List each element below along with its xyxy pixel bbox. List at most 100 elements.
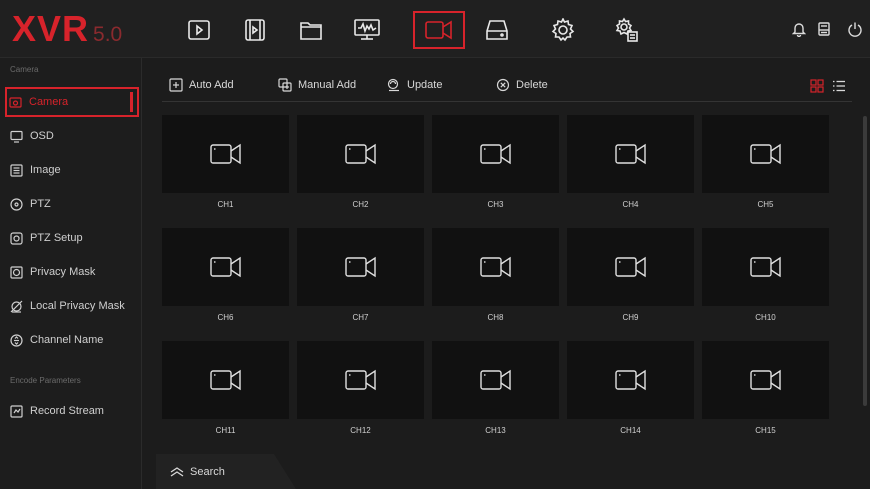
channel-label: CH15 (755, 426, 776, 435)
film-icon[interactable] (236, 12, 274, 48)
camera-icon (344, 143, 376, 165)
scrollbar[interactable] (863, 116, 867, 406)
channel-preview[interactable] (432, 341, 559, 419)
channel-preview[interactable] (432, 115, 559, 193)
channel-preview[interactable] (432, 228, 559, 306)
camera-icon (479, 143, 511, 165)
channel-preview[interactable] (297, 228, 424, 306)
channel-preview[interactable] (567, 228, 694, 306)
power-icon[interactable] (845, 19, 865, 39)
sidebar-item-ptz-setup[interactable]: PTZ Setup (8, 225, 138, 251)
update-icon (387, 78, 401, 92)
camera-icon (209, 143, 241, 165)
monitor-waveform-icon[interactable] (348, 12, 386, 48)
channel-preview[interactable] (297, 341, 424, 419)
channel-preview[interactable] (297, 115, 424, 193)
channel-tile[interactable]: CH6 (162, 228, 289, 333)
channel-preview[interactable] (567, 341, 694, 419)
channel-preview[interactable] (702, 341, 829, 419)
grid-view-icon[interactable] (809, 78, 825, 94)
channel-tile[interactable]: CH2 (297, 115, 424, 220)
ptz-icon (10, 197, 23, 211)
active-marker (130, 92, 133, 112)
channel-label: CH1 (217, 200, 234, 209)
sidebar-item-record-stream[interactable]: Record Stream (8, 398, 138, 424)
list-view-icon[interactable] (831, 78, 847, 94)
channel-preview[interactable] (162, 341, 289, 419)
channel-label: CH6 (217, 313, 234, 322)
channel-preview[interactable] (702, 115, 829, 193)
camera-icon (614, 369, 646, 391)
sidebar-item-label: Local Privacy Mask (30, 300, 125, 312)
sidebar: Camera Camera OSD Image PTZ PTZ Setup Pr… (0, 58, 142, 489)
printer-icon[interactable] (814, 19, 834, 39)
sidebar-item-local-privacy-mask[interactable]: Local Privacy Mask (8, 293, 138, 319)
channel-preview[interactable] (702, 228, 829, 306)
camera-icon (344, 369, 376, 391)
search-label: Search (190, 465, 225, 478)
channel-preview[interactable] (162, 115, 289, 193)
logo: XVR 5.0 (12, 10, 122, 54)
channel-tile[interactable]: CH15 (702, 341, 829, 446)
delete-button[interactable]: Delete (496, 78, 548, 92)
bell-icon[interactable] (789, 19, 809, 39)
sidebar-item-channel-name[interactable]: Channel Name (8, 327, 138, 353)
sidebar-item-camera[interactable]: Camera (5, 87, 139, 117)
channel-tile[interactable]: CH11 (162, 341, 289, 446)
manual-add-label: Manual Add (298, 79, 357, 91)
settings-cog-icon[interactable] (608, 12, 646, 48)
ptz-setup-icon (10, 231, 23, 245)
sidebar-item-ptz[interactable]: PTZ (8, 191, 138, 217)
channel-tile[interactable]: CH4 (567, 115, 694, 220)
camera-icon[interactable] (413, 11, 465, 49)
update-button[interactable]: Update (387, 78, 442, 92)
channel-preview[interactable] (162, 228, 289, 306)
channel-tile[interactable]: CH7 (297, 228, 424, 333)
search-tab[interactable]: Search (156, 454, 296, 489)
local-privacy-mask-icon (10, 300, 23, 313)
camera-icon (479, 256, 511, 278)
sidebar-item-label: Channel Name (30, 334, 104, 346)
camera-icon (614, 143, 646, 165)
channel-label: CH12 (350, 426, 371, 435)
channel-tile[interactable]: CH1 (162, 115, 289, 220)
channel-label: CH7 (352, 313, 369, 322)
camera-icon (749, 256, 781, 278)
manual-add-button[interactable]: Manual Add (278, 78, 356, 92)
sidebar-item-label: OSD (30, 130, 54, 142)
channel-tile[interactable]: CH12 (297, 341, 424, 446)
camera-icon (209, 369, 241, 391)
sidebar-item-label: Privacy Mask (30, 266, 96, 278)
image-settings-icon (10, 163, 23, 177)
play-icon[interactable] (180, 12, 218, 48)
sidebar-item-label: PTZ Setup (30, 232, 83, 244)
auto-add-label: Auto Add (189, 79, 234, 91)
monitor-icon (10, 130, 23, 143)
gear-icon[interactable] (544, 12, 582, 48)
sidebar-item-label: Record Stream (30, 405, 104, 417)
logo-brand: XVR (12, 8, 90, 49)
logo-version: 5.0 (93, 23, 123, 46)
camera-icon (344, 256, 376, 278)
record-stream-icon (10, 404, 23, 418)
channel-tile[interactable]: CH14 (567, 341, 694, 446)
sidebar-item-privacy-mask[interactable]: Privacy Mask (8, 259, 138, 285)
update-label: Update (407, 79, 443, 91)
channel-tile[interactable]: CH5 (702, 115, 829, 220)
channel-label: CH2 (352, 200, 369, 209)
folder-icon[interactable] (292, 12, 330, 48)
channel-tile[interactable]: CH3 (432, 115, 559, 220)
channel-label: CH8 (487, 313, 504, 322)
channel-preview[interactable] (567, 115, 694, 193)
auto-add-button[interactable]: Auto Add (169, 78, 234, 92)
channel-tile[interactable]: CH9 (567, 228, 694, 333)
sidebar-item-image[interactable]: Image (8, 157, 138, 183)
channel-tile[interactable]: CH10 (702, 228, 829, 333)
channel-label: CH9 (622, 313, 639, 322)
channel-tile[interactable]: CH13 (432, 341, 559, 446)
channel-label: CH3 (487, 200, 504, 209)
hdd-icon[interactable] (478, 12, 516, 48)
sidebar-item-osd[interactable]: OSD (8, 123, 138, 149)
channel-label: CH11 (215, 426, 236, 435)
channel-tile[interactable]: CH8 (432, 228, 559, 333)
